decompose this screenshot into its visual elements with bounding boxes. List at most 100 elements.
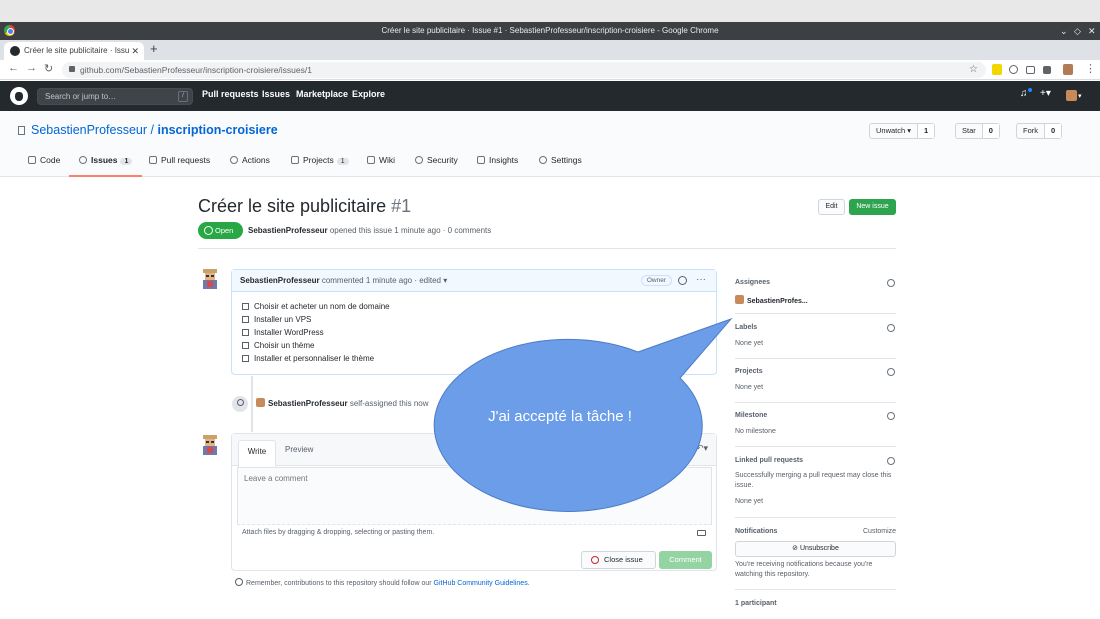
comment-author-link[interactable]: SebastienProfesseur [240, 276, 320, 285]
stars-count[interactable]: 0 [981, 124, 999, 138]
project-icon [291, 156, 299, 164]
reply-icon[interactable]: ↶▾ [696, 443, 708, 454]
tab-settings[interactable]: Settings [539, 155, 582, 177]
tab-label: Issues [91, 155, 118, 165]
extension-icon[interactable] [1009, 65, 1018, 74]
tab-close-icon[interactable]: ✕ [131, 42, 139, 60]
gear-icon[interactable] [887, 368, 895, 376]
nav-pull-requests[interactable]: Pull requests [202, 89, 259, 99]
checkbox[interactable] [242, 329, 249, 336]
notifications-bell-icon[interactable]: ♫ [1020, 88, 1028, 99]
linked-prs-desc: issue. [735, 482, 754, 489]
repo-name-link[interactable]: inscription-croisiere [157, 123, 277, 137]
browser-tab-strip: Créer le site publicitaire · Issu ✕ + [0, 40, 1100, 60]
star-button[interactable]: Star 0 [955, 123, 1000, 139]
back-icon[interactable]: ← [8, 62, 19, 74]
tab-pull-requests[interactable]: Pull requests [149, 155, 210, 177]
task-item[interactable]: Installer et personnaliser le thème [242, 354, 374, 363]
github-logo-icon[interactable] [10, 87, 28, 105]
projects-title[interactable]: Projects [735, 368, 763, 375]
new-issue-button[interactable]: New issue [849, 199, 896, 215]
forks-count[interactable]: 0 [1044, 124, 1062, 138]
edit-button[interactable]: Edit [818, 199, 845, 215]
tab-code[interactable]: Code [28, 155, 60, 177]
repo-owner-link[interactable]: SebastienProfesseur [31, 123, 147, 137]
chevron-down-icon[interactable]: ▾ [1078, 92, 1082, 100]
divider [735, 517, 896, 518]
comment-button[interactable]: Comment [659, 551, 712, 569]
close-window-icon[interactable]: ✕ [1088, 22, 1096, 40]
tab-insights[interactable]: Insights [477, 155, 518, 177]
bookmark-star-icon[interactable]: ☆ [969, 62, 978, 78]
user-avatar[interactable] [1066, 90, 1077, 101]
task-item[interactable]: Installer WordPress [242, 328, 324, 337]
task-item[interactable]: Choisir un thème [242, 341, 314, 350]
close-issue-button[interactable]: Close issue [581, 551, 656, 569]
divider [735, 589, 896, 590]
gear-icon[interactable] [887, 457, 895, 465]
current-user-avatar[interactable] [200, 434, 220, 456]
task-label: Installer un VPS [254, 315, 312, 324]
tab-projects[interactable]: Projects 1 [291, 155, 349, 177]
milestone-title[interactable]: Milestone [735, 412, 767, 419]
comment-composer: Write Preview ↶▾ Attach files by draggin… [231, 433, 717, 571]
guidelines-link[interactable]: GitHub Community Guidelines [434, 580, 528, 587]
watchers-count[interactable]: 1 [917, 124, 935, 138]
fork-label: Fork [1023, 126, 1038, 135]
checkbox[interactable] [242, 316, 249, 323]
unsubscribe-button[interactable]: ⊘ Unsubscribe [735, 541, 896, 557]
comment-author-avatar[interactable] [200, 268, 220, 290]
search-input[interactable]: Search or jump to… / [37, 88, 193, 105]
labels-value: None yet [735, 340, 764, 347]
assignees-title[interactable]: Assignees [735, 279, 770, 286]
url-bar[interactable]: github.com/SebastienProfesseur/inscripti… [62, 62, 986, 78]
tab-security[interactable]: Security [415, 155, 458, 177]
nav-explore[interactable]: Explore [352, 89, 385, 99]
fork-button[interactable]: Fork 0 [1016, 123, 1063, 139]
checkbox[interactable] [242, 342, 249, 349]
comment-meta[interactable]: commented 1 minute ago · edited ▾ [320, 276, 447, 285]
checkbox[interactable] [242, 355, 249, 362]
reload-icon[interactable]: ↻ [44, 62, 53, 75]
forward-icon[interactable]: → [26, 62, 37, 74]
checkbox[interactable] [242, 303, 249, 310]
comment-textarea[interactable] [237, 467, 712, 525]
actor-avatar[interactable] [256, 398, 265, 407]
create-new-menu[interactable]: +▾ [1040, 88, 1051, 99]
nav-marketplace[interactable]: Marketplace [296, 89, 348, 99]
unwatch-button[interactable]: Unwatch ▾ 1 [869, 123, 936, 139]
issue-title: Créer le site publicitaire #1 [198, 196, 411, 217]
browser-tab[interactable]: Créer le site publicitaire · Issu ✕ [4, 42, 144, 60]
tab-issues[interactable]: Issues 1 [69, 155, 143, 177]
gear-icon[interactable] [887, 412, 895, 420]
bell-slash-icon: ⊘ [792, 545, 800, 552]
tab-preview[interactable]: Preview [285, 445, 313, 454]
extension-icon[interactable] [992, 64, 1002, 75]
gear-icon[interactable] [887, 279, 895, 287]
nav-issues[interactable]: Issues [262, 89, 290, 99]
attach-files-note[interactable]: Attach files by dragging & dropping, sel… [242, 529, 434, 536]
maximize-icon[interactable]: ◇ [1074, 22, 1081, 40]
profile-avatar[interactable] [1063, 64, 1073, 75]
task-item[interactable]: Choisir et acheter un nom de domaine [242, 302, 390, 311]
extension-icon[interactable] [1043, 66, 1051, 74]
customize-link[interactable]: Customize [863, 528, 896, 535]
linked-prs-title[interactable]: Linked pull requests [735, 457, 803, 464]
issue-author-link[interactable]: SebastienProfesseur [248, 226, 328, 235]
kebab-menu-icon[interactable]: ··· [696, 269, 706, 291]
gear-icon[interactable] [887, 324, 895, 332]
smiley-icon[interactable] [678, 276, 687, 285]
task-item[interactable]: Installer un VPS [242, 315, 311, 324]
menu-icon[interactable]: ⋮ [1085, 62, 1096, 75]
event-actor-link[interactable]: SebastienProfesseur [268, 399, 348, 408]
new-tab-icon[interactable]: + [150, 41, 158, 56]
markdown-icon[interactable] [697, 530, 706, 536]
assignee[interactable]: SebastienProfes... [735, 295, 808, 305]
minimize-icon[interactable]: ⌄ [1060, 22, 1068, 40]
search-placeholder: Search or jump to… [45, 92, 117, 101]
tab-write[interactable]: Write [238, 440, 276, 467]
camera-icon[interactable] [1026, 66, 1035, 74]
tab-wiki[interactable]: Wiki [367, 155, 395, 177]
labels-title[interactable]: Labels [735, 324, 757, 331]
tab-actions[interactable]: Actions [230, 155, 270, 177]
